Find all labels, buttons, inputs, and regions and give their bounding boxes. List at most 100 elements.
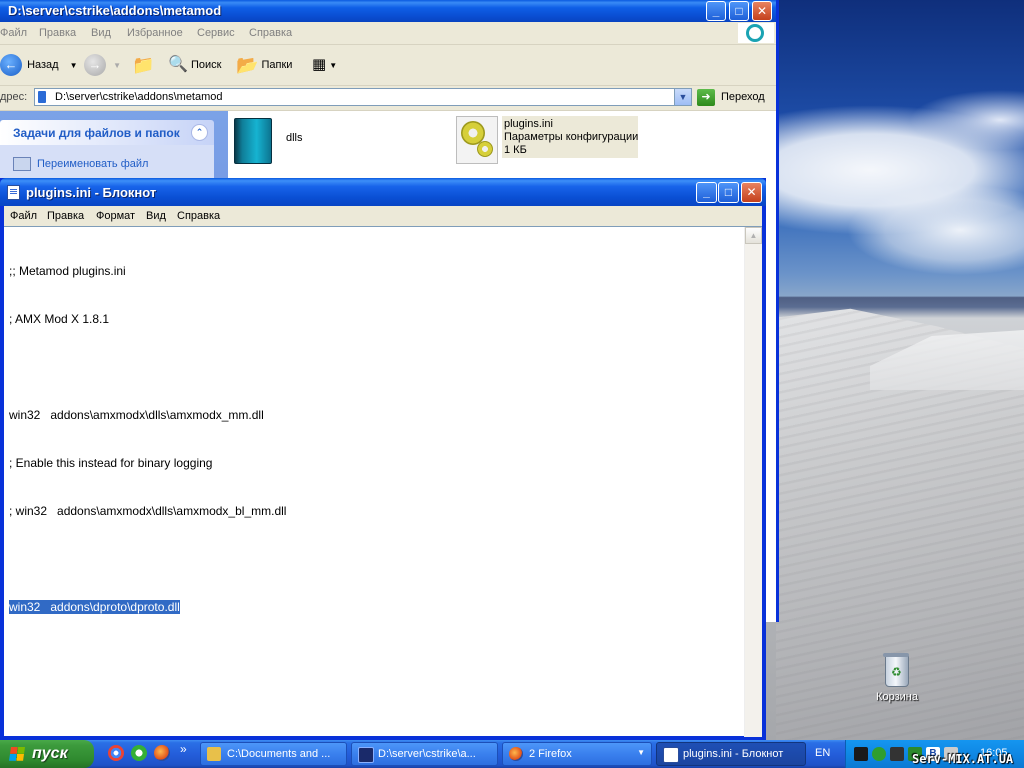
task-pane-header[interactable]: Задачи для файлов и папок ⌃: [0, 120, 214, 145]
address-value: D:\server\cstrike\addons\metamod: [55, 91, 223, 103]
maximize-button[interactable]: □: [729, 1, 749, 21]
folder-taskbar-icon: [358, 747, 374, 763]
recycle-bin-desktop-icon[interactable]: ♻ Корзина: [866, 653, 928, 703]
back-arrow-icon: ←: [0, 54, 22, 77]
address-dropdown-icon[interactable]: ▼: [674, 89, 691, 105]
taskbar-item-label: plugins.ini - Блокнот: [683, 748, 784, 760]
notepad-titlebar[interactable]: plugins.ini - Блокнот _ □ ✕: [0, 178, 766, 206]
views-button[interactable]: ▦ ▼: [312, 53, 337, 77]
forward-arrow-icon: →: [84, 54, 106, 77]
notepad-text-area[interactable]: ;; Metamod plugins.ini ; AMX Mod X 1.8.1…: [4, 226, 762, 737]
search-label: Поиск: [190, 59, 222, 71]
text-line: ;; Metamod plugins.ini: [9, 264, 126, 278]
menu-file[interactable]: Файл: [0, 27, 27, 39]
recycle-bin-icon: ♻: [883, 653, 909, 687]
views-dropdown-icon: ▼: [329, 61, 338, 70]
np-menu-edit[interactable]: Правка: [47, 210, 84, 222]
explorer-titlebar[interactable]: D:\server\cstrike\addons\metamod _ □ ✕: [0, 0, 776, 22]
address-input[interactable]: D:\server\cstrike\addons\metamod ▼: [34, 88, 692, 106]
chrome-quicklaunch-icon[interactable]: [108, 745, 124, 761]
file-item-plugins-ini[interactable]: plugins.ini Параметры конфигурации 1 КБ: [502, 116, 638, 158]
search-icon: 🔍: [168, 56, 188, 74]
language-indicator[interactable]: EN: [815, 747, 830, 759]
forward-button[interactable]: → ▼: [84, 53, 121, 77]
group-dropdown-icon: ▼: [637, 748, 645, 757]
back-label: Назад: [27, 59, 59, 71]
firefox-taskbar-icon: [509, 747, 523, 761]
scroll-up-arrow-icon[interactable]: ▲: [745, 227, 762, 244]
explorer-title: D:\server\cstrike\addons\metamod: [8, 3, 222, 18]
menu-edit[interactable]: Правка: [39, 27, 76, 39]
notepad-close-button[interactable]: ✕: [741, 182, 762, 203]
notepad-maximize-button[interactable]: □: [718, 182, 739, 203]
folder-small-icon: [38, 91, 46, 103]
taskbar-item-metamod-folder[interactable]: D:\server\cstrike\a...: [351, 742, 498, 766]
np-menu-view[interactable]: Вид: [146, 210, 166, 222]
folder-taskbar-icon: [207, 747, 221, 761]
np-menu-format[interactable]: Формат: [96, 210, 135, 222]
notepad-title: plugins.ini - Блокнот: [26, 185, 157, 200]
taskbar-item-documents[interactable]: C:\Documents and ...: [200, 742, 347, 766]
network-tray-icon[interactable]: [890, 747, 904, 761]
folders-icon: 📂: [236, 55, 259, 76]
views-icon: ▦: [312, 56, 327, 74]
monitor-tray-icon[interactable]: [854, 747, 868, 761]
text-line: win32 addons\amxmodx\dlls\amxmodx_mm.dll: [9, 408, 264, 422]
rename-file-label: Переименовать файл: [37, 157, 149, 170]
task-pane-heading: Задачи для файлов и папок: [13, 126, 180, 140]
text-line: ; AMX Mod X 1.8.1: [9, 312, 110, 326]
taskbar-item-label: 2 Firefox: [529, 748, 572, 760]
quicklaunch-overflow-icon[interactable]: »: [180, 742, 187, 756]
text-line: [9, 551, 744, 567]
go-arrow-icon[interactable]: ➜: [697, 89, 715, 106]
config-file-icon[interactable]: [456, 116, 498, 164]
rename-file-link[interactable]: Переименовать файл: [13, 157, 148, 171]
file-name-plugins-ini: plugins.ini: [504, 118, 553, 130]
taskbar-item-notepad[interactable]: plugins.ini - Блокнот: [656, 742, 806, 766]
collapse-chevron-icon[interactable]: ⌃: [191, 124, 208, 141]
folders-button[interactable]: 📂 Папки: [236, 53, 292, 77]
back-button[interactable]: ← Назад ▼: [0, 53, 78, 77]
start-label: пуск: [32, 745, 68, 762]
close-button[interactable]: ✕: [752, 1, 772, 21]
menu-tools[interactable]: Сервис: [197, 27, 235, 39]
notepad-taskbar-icon: [663, 747, 679, 763]
menu-favorites[interactable]: Избранное: [127, 27, 183, 39]
menu-help[interactable]: Справка: [249, 27, 292, 39]
notepad-menubar: Файл Правка Формат Вид Справка: [4, 206, 762, 226]
start-button[interactable]: пуск: [0, 740, 94, 768]
explorer-toolbar: ← Назад ▼ → ▼ 📁 🔍 Поиск 📂 Папки ▦ ▼: [0, 45, 776, 86]
file-size: 1 КБ: [504, 144, 527, 156]
menu-view[interactable]: Вид: [91, 27, 111, 39]
address-label: дрес:: [0, 91, 28, 103]
back-dropdown-icon[interactable]: ▼: [70, 61, 78, 70]
taskbar-item-label: D:\server\cstrike\a...: [378, 748, 476, 760]
notepad-app-icon: [7, 185, 20, 200]
notepad-window: plugins.ini - Блокнот _ □ ✕ Файл Правка …: [0, 178, 766, 740]
green-tray-icon[interactable]: [872, 747, 886, 761]
text-line: ; win32 addons\amxmodx\dlls\amxmodx_bl_m…: [9, 504, 287, 518]
taskbar-item-firefox-group[interactable]: 2 Firefox ▼: [502, 742, 652, 766]
forward-dropdown-icon: ▼: [113, 61, 121, 70]
notepad-minimize-button[interactable]: _: [696, 182, 717, 203]
icq-quicklaunch-icon[interactable]: [131, 745, 147, 761]
search-button[interactable]: 🔍 Поиск: [168, 53, 221, 77]
go-button-label[interactable]: Переход: [721, 91, 765, 103]
up-folder-button[interactable]: 📁: [132, 53, 154, 77]
up-folder-icon: 📁: [132, 55, 155, 76]
folders-label: Папки: [261, 59, 293, 71]
np-menu-help[interactable]: Справка: [177, 210, 220, 222]
selected-text-line: win32 addons\dproto\dproto.dll: [9, 600, 180, 614]
file-type: Параметры конфигурации: [504, 131, 639, 143]
np-menu-file[interactable]: Файл: [10, 210, 37, 222]
windows-xp-logo-icon: [738, 23, 774, 43]
address-bar: дрес: D:\server\cstrike\addons\metamod ▼…: [0, 86, 776, 111]
file-name-dlls[interactable]: dlls: [286, 132, 303, 144]
windows-flag-icon: [9, 747, 25, 761]
minimize-button[interactable]: _: [706, 1, 726, 21]
recycle-bin-label: Корзина: [876, 691, 918, 703]
folder-icon[interactable]: [234, 118, 272, 164]
vertical-scrollbar[interactable]: ▲: [744, 227, 762, 737]
watermark-text: Serv-MIX.AT.UA: [912, 752, 1014, 766]
firefox-quicklaunch-icon[interactable]: [154, 745, 170, 761]
